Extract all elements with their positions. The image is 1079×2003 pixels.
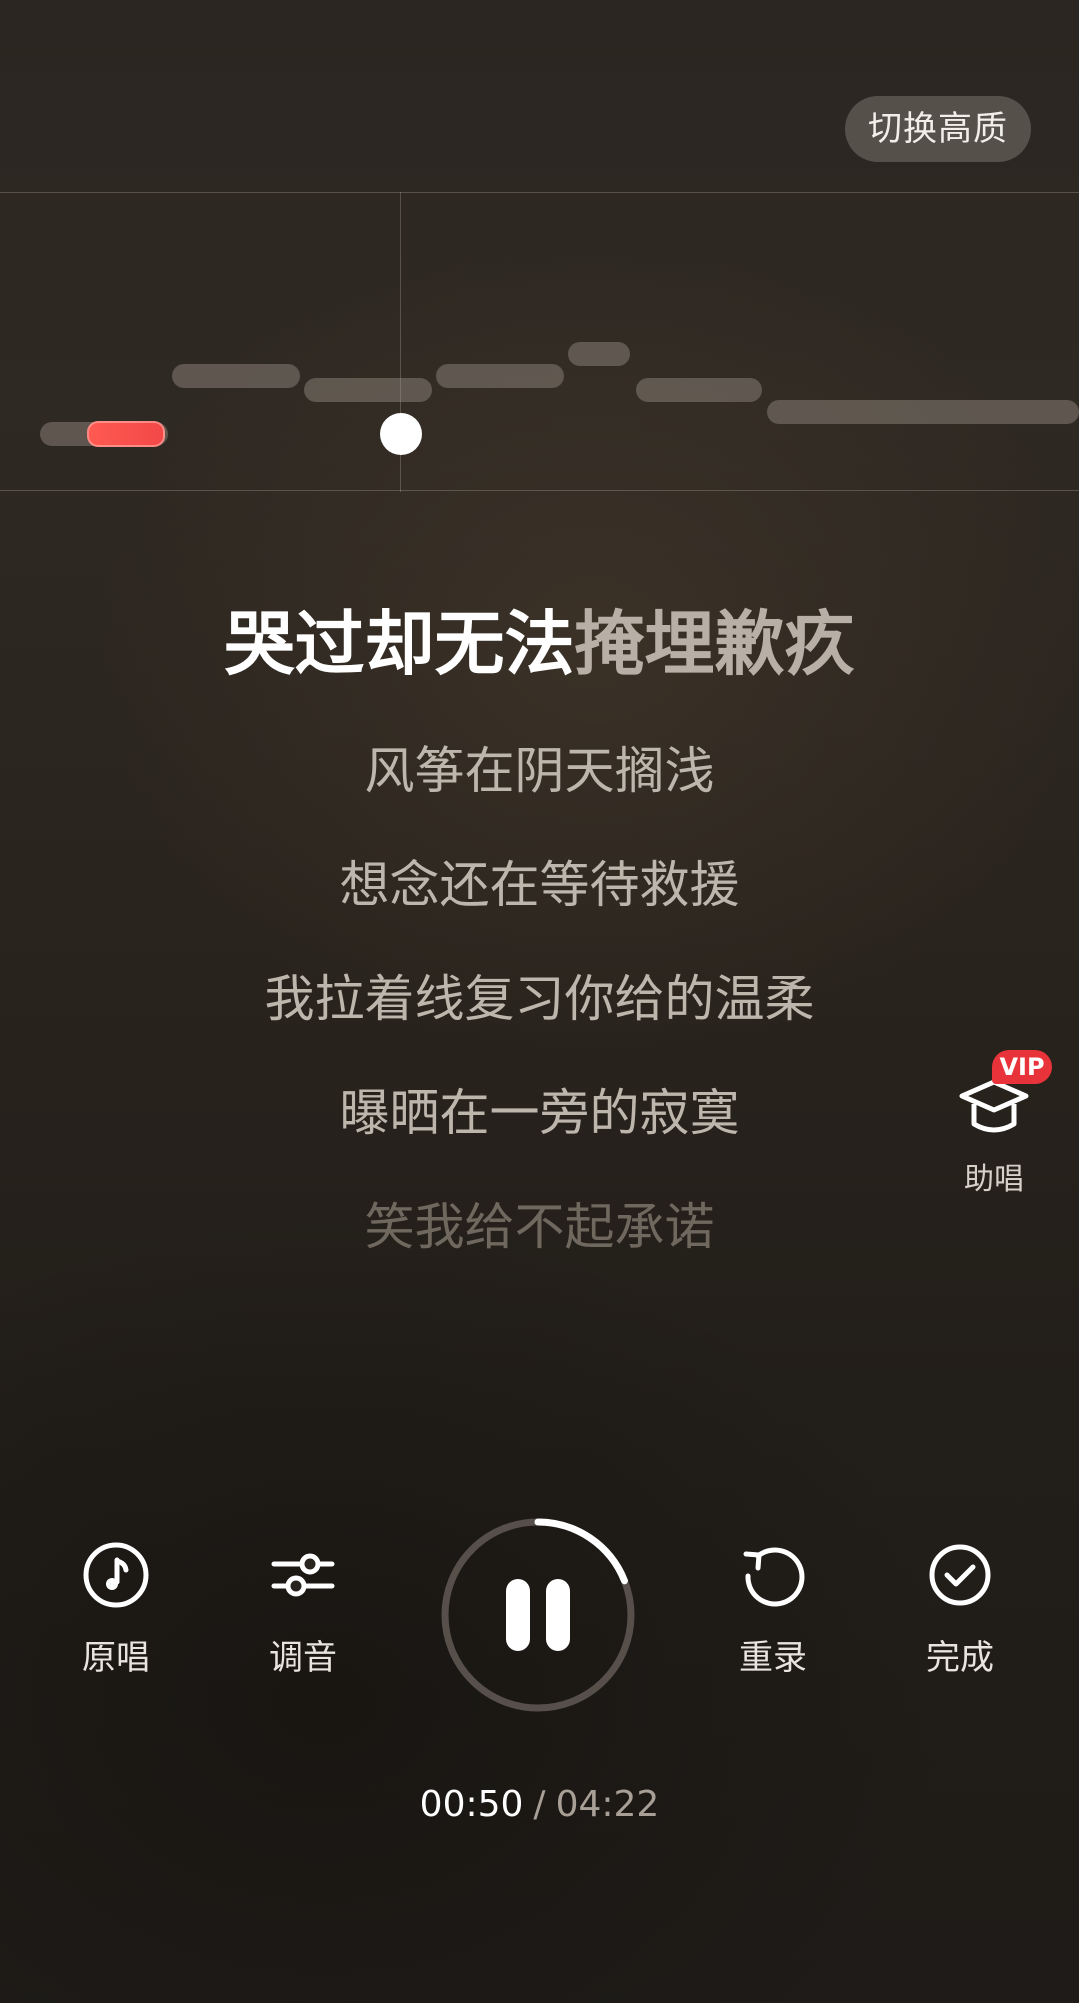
done-button[interactable]: 完成 [890, 1500, 1030, 1680]
tune-label: 调音 [269, 1638, 337, 1678]
pitch-note [636, 378, 762, 402]
pause-icon-bar [506, 1579, 530, 1651]
pitch-cursor-dot [380, 413, 422, 455]
total-time: 04:22 [555, 1784, 660, 1825]
assist-singing-label: 助唱 [964, 1162, 1024, 1197]
refresh-icon [743, 1547, 805, 1607]
pitch-bottom-line [0, 490, 1079, 491]
pitch-note [767, 400, 1079, 424]
pause-button[interactable] [438, 1515, 638, 1715]
switch-quality-button[interactable]: 切换高质 [845, 96, 1031, 162]
lyric-line: 想念还在等待救援 [339, 856, 740, 914]
elapsed-time: 00:50 [419, 1784, 524, 1825]
pitch-top-line [0, 192, 1079, 193]
current-lyric-line: 哭过却无法掩埋歉疚 [0, 594, 1079, 694]
current-lyric-sung: 哭过却无法 [224, 603, 575, 685]
pitch-note [304, 378, 432, 402]
pause-icon-bar [546, 1579, 570, 1651]
pitch-note [436, 364, 564, 388]
progress-ring [534, 1518, 628, 1585]
check-circle-icon [929, 1544, 991, 1606]
tune-button[interactable]: 调音 [233, 1500, 373, 1680]
pitch-track [0, 192, 1079, 492]
done-label: 完成 [926, 1638, 994, 1678]
lyric-line: 笑我给不起承诺 [364, 1198, 715, 1256]
playback-controls: 原唱 调音 重录 完成 [0, 1500, 1079, 1730]
graduation-cap-icon [959, 1079, 1029, 1133]
lyric-line: 我拉着线复习你给的温柔 [264, 970, 815, 1028]
assist-singing-button[interactable]: VIP 助唱 [950, 1050, 1060, 1200]
pitch-note [568, 342, 630, 366]
pitch-note-sung [87, 421, 165, 447]
sliders-icon [271, 1553, 335, 1597]
current-lyric-unsung: 掩埋歉疚 [574, 603, 855, 685]
time-separator: / [533, 1784, 546, 1825]
original-vocal-label: 原唱 [82, 1638, 150, 1678]
rerecord-button[interactable]: 重录 [703, 1500, 843, 1680]
music-note-circle-icon [83, 1542, 149, 1608]
rerecord-label: 重录 [739, 1638, 807, 1678]
pitch-note [172, 364, 300, 388]
lyric-line: 风筝在阴天搁浅 [364, 742, 715, 800]
original-vocal-button[interactable]: 原唱 [46, 1500, 186, 1680]
vip-badge: VIP [992, 1050, 1052, 1084]
playback-time: 00:50/04:22 [0, 1780, 1079, 1830]
lyric-line: 曝晒在一旁的寂寞 [339, 1084, 740, 1142]
